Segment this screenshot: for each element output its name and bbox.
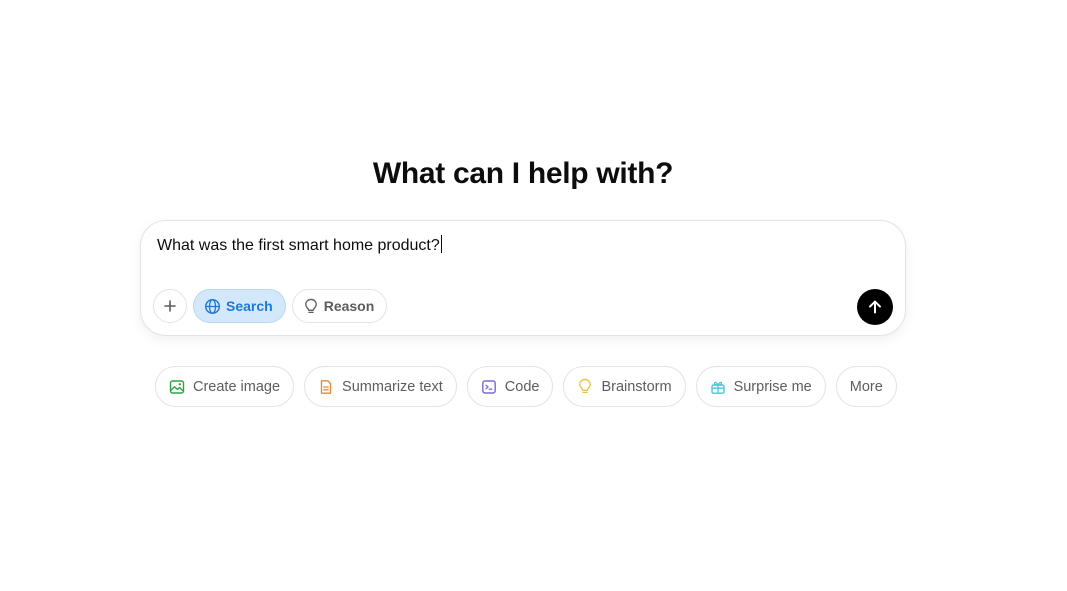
chip-surprise-me[interactable]: Surprise me [695, 366, 826, 407]
lightbulb-icon [304, 298, 317, 313]
chip-summarize-text[interactable]: Summarize text [304, 366, 457, 407]
chip-label: Summarize text [342, 378, 443, 395]
chip-create-image[interactable]: Create image [155, 366, 295, 407]
chip-label: Create image [193, 378, 281, 395]
chip-label: Brainstorm [601, 378, 672, 395]
text-caret [440, 235, 442, 253]
attach-button[interactable] [153, 289, 187, 323]
chip-brainstorm[interactable]: Brainstorm [563, 366, 686, 407]
composer: What was the first smart home product? S… [140, 220, 906, 336]
document-icon [320, 379, 332, 394]
gift-icon [710, 381, 725, 394]
composer-toolbar: Search Reason [153, 289, 388, 323]
terminal-icon [481, 379, 496, 394]
reason-toggle-button[interactable]: Reason [291, 289, 388, 323]
plus-icon [164, 300, 176, 312]
page: What can I help with? What was the first… [0, 0, 1067, 591]
chip-code[interactable]: Code [466, 366, 554, 407]
reason-toggle-label: Reason [323, 298, 375, 314]
suggestion-chips: Create image Summarize text Code Brainst… [155, 366, 897, 407]
image-icon [169, 379, 185, 394]
search-toggle-button[interactable]: Search [193, 289, 286, 323]
search-toggle-label: Search [226, 298, 273, 314]
page-title: What can I help with? [372, 157, 674, 190]
lightbulb-icon [579, 378, 592, 394]
prompt-input-text: What was the first smart home product? [157, 237, 440, 254]
chip-label: More [849, 378, 883, 395]
chip-label: Surprise me [733, 378, 812, 395]
arrow-up-icon [869, 300, 881, 314]
globe-icon [204, 298, 221, 314]
chip-label: Code [504, 378, 540, 395]
chip-more[interactable]: More [835, 366, 897, 407]
prompt-input[interactable]: What was the first smart home product? [157, 235, 877, 259]
send-button[interactable] [857, 289, 893, 325]
